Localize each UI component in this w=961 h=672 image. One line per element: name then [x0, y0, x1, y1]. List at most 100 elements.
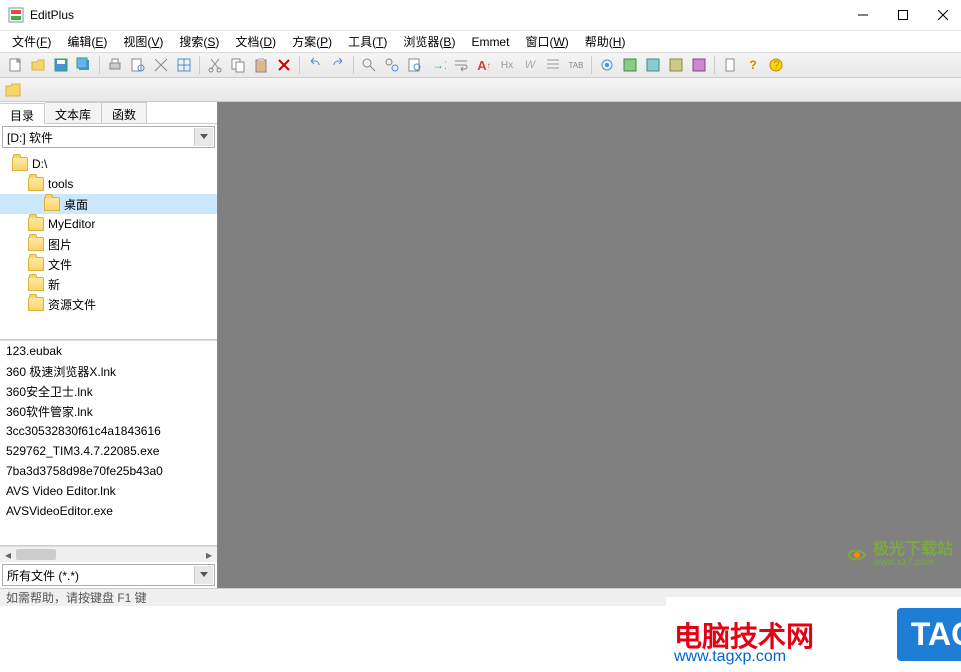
chevron-down-icon: [200, 134, 208, 139]
menu-item[interactable]: 窗口(W): [517, 31, 576, 52]
window-controls: [853, 5, 953, 25]
horizontal-scrollbar[interactable]: ◂ ▸: [0, 546, 217, 562]
replace-icon[interactable]: [381, 54, 403, 76]
tree-item[interactable]: D:\: [0, 154, 217, 174]
tree-item[interactable]: 桌面: [0, 194, 217, 214]
hex-icon[interactable]: Hx: [496, 54, 518, 76]
scrollbar-thumb[interactable]: [16, 549, 56, 560]
sidebar: 目录文本库函数 [D:] 软件 D:\tools 桌面 MyEditor 图片文件新资…: [0, 102, 218, 588]
save-all-icon[interactable]: [73, 54, 95, 76]
menu-item[interactable]: Emmet: [463, 33, 517, 51]
save-icon[interactable]: [50, 54, 72, 76]
undo-icon[interactable]: [304, 54, 326, 76]
scroll-right-icon[interactable]: ▸: [201, 547, 217, 562]
menu-item[interactable]: 编辑(E): [59, 31, 115, 52]
menu-item[interactable]: 视图(V): [115, 31, 171, 52]
toolbar: →1 A↑ Hx W TAB ? ?: [0, 52, 961, 78]
main-area: 目录文本库函数 [D:] 软件 D:\tools 桌面 MyEditor 图片文件新资…: [0, 102, 961, 588]
open-file-icon[interactable]: [27, 54, 49, 76]
menu-item[interactable]: 浏览器(B): [395, 31, 463, 52]
copy-icon[interactable]: [227, 54, 249, 76]
sidebar-tab[interactable]: 文本库: [45, 102, 102, 123]
watermark-xz7: 极光下载站 www.xz7.com: [845, 542, 953, 568]
window-title: EditPlus: [30, 8, 853, 22]
paste-icon[interactable]: [250, 54, 272, 76]
indent-icon[interactable]: [542, 54, 564, 76]
goto-icon[interactable]: →1: [427, 54, 449, 76]
folder-icon: [28, 257, 44, 271]
file-list[interactable]: 123.eubak360 极速浏览器X.lnk360安全卫士.lnk360软件管…: [0, 340, 217, 546]
file-item[interactable]: 123.eubak: [0, 341, 217, 361]
tree-label: D:\: [32, 157, 47, 171]
sidebar-tab[interactable]: 目录: [0, 103, 45, 124]
folder-icon: [44, 197, 60, 211]
editor-area: 电脑技术网 www.tagxp.com TAG 极光下载站 www.xz7.co…: [218, 102, 961, 588]
file-item[interactable]: 360安全卫士.lnk: [0, 381, 217, 401]
tool4-icon[interactable]: [688, 54, 710, 76]
watermark-tag: TAG: [897, 608, 961, 661]
redo-icon[interactable]: [327, 54, 349, 76]
tool2-icon[interactable]: [642, 54, 664, 76]
preferences-icon[interactable]: [150, 54, 172, 76]
close-button[interactable]: [933, 5, 953, 25]
word-wrap-icon[interactable]: [450, 54, 472, 76]
bookmark-icon[interactable]: [719, 54, 741, 76]
delete-icon[interactable]: [273, 54, 295, 76]
folder-icon: [28, 277, 44, 291]
font-larger-icon[interactable]: A↑: [473, 54, 495, 76]
drive-selector[interactable]: [D:] 软件: [2, 126, 215, 148]
xz7-text: 极光下载站: [873, 542, 953, 558]
tab-icon[interactable]: TAB: [565, 54, 587, 76]
help-icon[interactable]: ?: [742, 54, 764, 76]
file-item[interactable]: 3cc30532830f61c4a1843616: [0, 421, 217, 441]
minimize-button[interactable]: [853, 5, 873, 25]
file-item[interactable]: 529762_TIM3.4.7.22085.exe: [0, 441, 217, 461]
file-item[interactable]: AVS Video Editor.lnk: [0, 481, 217, 501]
cut-icon[interactable]: [204, 54, 226, 76]
browser-icon[interactable]: [173, 54, 195, 76]
find-icon[interactable]: [358, 54, 380, 76]
settings-icon[interactable]: [596, 54, 618, 76]
tree-item[interactable]: 资源文件: [0, 294, 217, 314]
xz7-sub: www.xz7.com: [873, 558, 953, 568]
tree-item[interactable]: 图片: [0, 234, 217, 254]
svg-text:→1: →1: [432, 58, 446, 72]
folder-tree[interactable]: D:\tools 桌面 MyEditor 图片文件新资源文件: [0, 150, 217, 340]
file-item[interactable]: 360软件管家.lnk: [0, 401, 217, 421]
about-icon[interactable]: ?: [765, 54, 787, 76]
menubar: 文件(F)编辑(E)视图(V)搜索(S)文档(D)方案(P)工具(T)浏览器(B…: [0, 30, 961, 52]
menu-item[interactable]: 文件(F): [4, 31, 59, 52]
tree-label: MyEditor: [48, 217, 95, 231]
print-preview-icon[interactable]: [127, 54, 149, 76]
folder-icon: [28, 217, 44, 231]
tree-item[interactable]: tools: [0, 174, 217, 194]
tree-label: 新: [48, 276, 60, 293]
sidebar-tab[interactable]: 函数: [102, 102, 147, 123]
tree-item[interactable]: 文件: [0, 254, 217, 274]
tool3-icon[interactable]: [665, 54, 687, 76]
menu-item[interactable]: 工具(T): [340, 31, 395, 52]
tree-label: 文件: [48, 256, 72, 273]
tree-item[interactable]: 新: [0, 274, 217, 294]
new-file-icon[interactable]: [4, 54, 26, 76]
tree-label: 桌面: [64, 196, 88, 213]
file-filter-selector[interactable]: 所有文件 (*.*): [2, 564, 215, 586]
folder-icon[interactable]: [4, 81, 22, 99]
tree-item[interactable]: MyEditor: [0, 214, 217, 234]
file-item[interactable]: AVSVideoEditor.exe: [0, 501, 217, 521]
tool1-icon[interactable]: [619, 54, 641, 76]
menu-item[interactable]: 方案(P): [284, 31, 340, 52]
titlebar: EditPlus: [0, 0, 961, 30]
maximize-button[interactable]: [893, 5, 913, 25]
menu-item[interactable]: 帮助(H): [577, 31, 634, 52]
file-item[interactable]: 7ba3d3758d98e70fe25b43a0: [0, 461, 217, 481]
print-icon[interactable]: [104, 54, 126, 76]
find-in-files-icon[interactable]: [404, 54, 426, 76]
menu-item[interactable]: 搜索(S): [171, 31, 227, 52]
scroll-left-icon[interactable]: ◂: [0, 547, 16, 562]
tree-label: tools: [48, 177, 73, 191]
menu-item[interactable]: 文档(D): [227, 31, 284, 52]
filter-label: 所有文件 (*.*): [7, 567, 79, 584]
file-item[interactable]: 360 极速浏览器X.lnk: [0, 361, 217, 381]
whitespace-icon[interactable]: W: [519, 54, 541, 76]
